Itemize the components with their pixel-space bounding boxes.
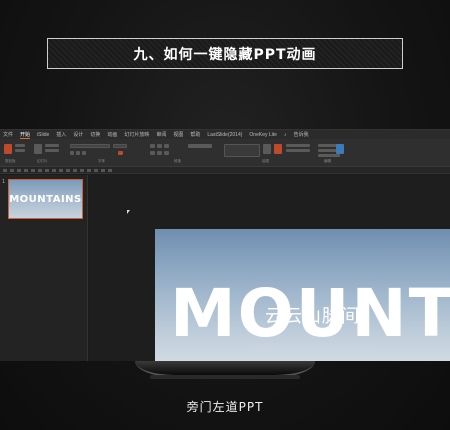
- page-title: 九、如何一键隐藏PPT动画: [133, 46, 317, 63]
- title-banner: 九、如何一键隐藏PPT动画: [47, 38, 403, 69]
- ribbon-group-paragraph: 段落: [148, 141, 220, 165]
- numbering-icon[interactable]: [157, 144, 162, 148]
- align-right-icon[interactable]: [164, 151, 169, 155]
- ribbon-group-design: [330, 141, 350, 165]
- bullets-icon[interactable]: [150, 144, 155, 148]
- menu-animations[interactable]: 动画: [107, 131, 117, 138]
- qa-tool-icon[interactable]: [3, 168, 7, 172]
- menu-file[interactable]: 文件: [3, 131, 13, 138]
- thumbnail-title: MOUNTAINS: [9, 193, 82, 205]
- menu-design[interactable]: 设计: [73, 131, 83, 138]
- slide-subtitle[interactable]: 云云山脉间: [265, 302, 360, 328]
- shapes-gallery[interactable]: [224, 144, 260, 157]
- qa-tool-icon[interactable]: [59, 168, 63, 172]
- mouse-cursor-icon: [127, 210, 130, 214]
- menu-onekey[interactable]: OneKey Lite: [249, 132, 277, 138]
- font-size-select[interactable]: [113, 144, 127, 148]
- menu-extra-icon[interactable]: ♪: [284, 132, 287, 138]
- menu-lastslide[interactable]: LastSlide(2014): [207, 132, 242, 138]
- monitor-screen: 文件 开始 iSlide 插入 设计 切换 动画 幻灯片放映 审阅 视图 帮助 …: [0, 129, 450, 361]
- ribbon-group-clipboard: 剪贴板: [2, 141, 30, 165]
- ribbon-group-font: 字体: [68, 141, 146, 165]
- slide-thumbnail[interactable]: MOUNTAINS: [8, 179, 83, 219]
- qa-tool-icon[interactable]: [24, 168, 28, 172]
- menu-transitions[interactable]: 切换: [90, 131, 100, 138]
- arrange-icon[interactable]: [263, 144, 271, 154]
- ribbon-label-clipboard: 剪贴板: [5, 159, 16, 163]
- qa-tool-icon[interactable]: [101, 168, 105, 172]
- menu-bar: 文件 开始 iSlide 插入 设计 切换 动画 幻灯片放映 审阅 视图 帮助 …: [0, 130, 450, 139]
- font-name-select[interactable]: [70, 144, 110, 148]
- ribbon-label-paragraph: 段落: [174, 159, 181, 163]
- menu-help[interactable]: 帮助: [190, 131, 200, 138]
- italic-icon[interactable]: [76, 151, 80, 155]
- quick-access-toolbar: [0, 167, 450, 174]
- text-direction-icon[interactable]: [188, 144, 212, 148]
- qa-tool-icon[interactable]: [94, 168, 98, 172]
- ribbon-group-slides: 幻灯片: [32, 141, 66, 165]
- qa-tool-icon[interactable]: [45, 168, 49, 172]
- qa-tool-icon[interactable]: [38, 168, 42, 172]
- menu-slideshow[interactable]: 幻灯片放映: [124, 131, 149, 138]
- align-left-icon[interactable]: [150, 151, 155, 155]
- menu-tell-me[interactable]: 告诉我: [293, 131, 308, 138]
- footer-caption: 旁门左道PPT: [186, 400, 264, 414]
- qa-tool-icon[interactable]: [73, 168, 77, 172]
- ribbon-label-drawing: 绘图: [262, 159, 269, 163]
- ribbon-group-drawing: 绘图: [222, 141, 314, 165]
- cut-icon[interactable]: [15, 144, 25, 147]
- bold-icon[interactable]: [70, 151, 74, 155]
- shape-outline-icon[interactable]: [286, 149, 310, 152]
- slide-canvas: MOUNTAINS 云云山脉间: [89, 175, 450, 361]
- align-center-icon[interactable]: [157, 151, 162, 155]
- ribbon-label-slides: 幻灯片: [37, 159, 48, 163]
- qa-tool-icon[interactable]: [80, 168, 84, 172]
- design-ideas-icon[interactable]: [336, 144, 344, 154]
- reset-icon[interactable]: [45, 149, 59, 152]
- quick-styles-icon[interactable]: [274, 144, 282, 154]
- underline-icon[interactable]: [82, 151, 86, 155]
- qa-tool-icon[interactable]: [66, 168, 70, 172]
- new-slide-icon[interactable]: [34, 144, 42, 154]
- menu-review[interactable]: 审阅: [156, 131, 166, 138]
- menu-home[interactable]: 开始: [20, 131, 31, 139]
- menu-insert[interactable]: 插入: [56, 131, 66, 138]
- qa-tool-icon[interactable]: [52, 168, 56, 172]
- qa-tool-icon[interactable]: [31, 168, 35, 172]
- menu-islide[interactable]: iSlide: [37, 132, 49, 138]
- paste-icon[interactable]: [4, 144, 12, 154]
- monitor-stand-base: [150, 375, 300, 379]
- qa-tool-icon[interactable]: [108, 168, 112, 172]
- copy-icon[interactable]: [15, 149, 25, 152]
- qa-tool-icon[interactable]: [87, 168, 91, 172]
- slide-thumbnail-panel: 1 MOUNTAINS: [0, 175, 88, 361]
- qa-tool-icon[interactable]: [17, 168, 21, 172]
- qa-tool-icon[interactable]: [10, 168, 14, 172]
- ribbon: 剪贴板 幻灯片 字体 段落 绘图 编辑: [0, 139, 450, 167]
- font-color-icon[interactable]: [118, 151, 123, 155]
- slide[interactable]: MOUNTAINS 云云山脉间: [155, 229, 450, 361]
- shape-fill-icon[interactable]: [286, 144, 310, 147]
- layout-icon[interactable]: [45, 144, 59, 147]
- ribbon-label-font: 字体: [98, 159, 105, 163]
- menu-view[interactable]: 视图: [173, 131, 183, 138]
- slide-number: 1: [2, 179, 6, 185]
- indent-icon[interactable]: [164, 144, 169, 148]
